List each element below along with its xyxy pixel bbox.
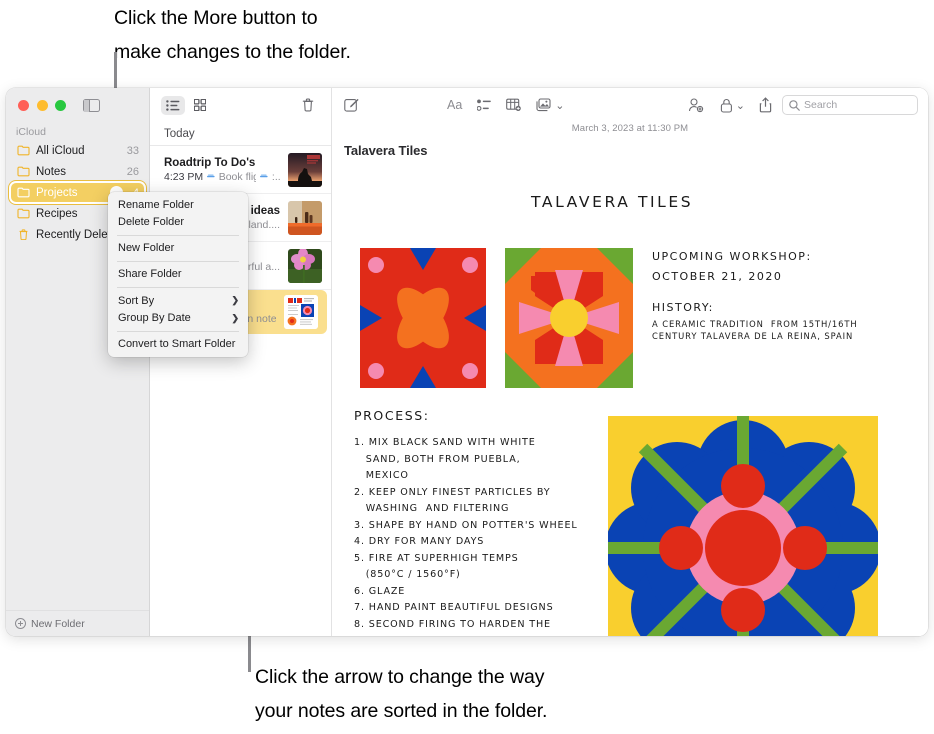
- note-group-header: Today: [150, 122, 331, 146]
- menu-item-label: Group By Date: [118, 312, 191, 325]
- sidebar-item-all-icloud[interactable]: All iCloud 33: [11, 141, 144, 160]
- minimize-button[interactable]: [36, 99, 48, 111]
- folder-icon: [17, 145, 30, 156]
- zoom-button[interactable]: [55, 99, 66, 111]
- folder-icon: [17, 187, 30, 198]
- plus-circle-icon: [15, 618, 26, 629]
- media-icon[interactable]: [536, 98, 552, 112]
- handwritten-workshop-date: OCTOBER 21, 2020: [652, 270, 783, 283]
- note-content-canvas: TALAVERA TILES UPCOMING WORKSHOP: OCTOBE…: [332, 158, 928, 636]
- note-item-snippet-tail: :...: [271, 170, 280, 183]
- note-list-item[interactable]: Roadtrip To Do's 4:23 PM Book flights :.…: [150, 146, 331, 194]
- menu-item-label: New Folder: [118, 242, 175, 255]
- share-icon[interactable]: [759, 97, 772, 113]
- callout-top-text: Click the More button to make changes to…: [114, 7, 351, 63]
- screenshot-root: Click the More button to make changes to…: [0, 0, 934, 734]
- menu-item-new-folder[interactable]: New Folder: [108, 240, 248, 258]
- sidebar-item-count: 26: [126, 165, 139, 178]
- tile-artwork-flower: [608, 416, 878, 636]
- delete-note-button[interactable]: [296, 96, 320, 115]
- menu-item-rename-folder[interactable]: Rename Folder: [108, 196, 248, 214]
- sidebar-section-label: iCloud: [16, 126, 47, 138]
- menu-item-sort-by[interactable]: Sort By ❯: [108, 292, 248, 310]
- note-title-heading: Talavera Tiles: [344, 143, 428, 158]
- note-item-thumbnail: [288, 200, 322, 235]
- tile-artwork-starburst: [505, 248, 633, 388]
- handwritten-workshop-label: UPCOMING WORKSHOP:: [652, 250, 812, 263]
- sidebar-toggle-icon[interactable]: [83, 98, 100, 113]
- handwritten-history-label: HISTORY:: [652, 301, 714, 314]
- menu-item-label: Share Folder: [118, 268, 182, 281]
- trash-icon: [17, 229, 30, 241]
- search-placeholder: Search: [804, 99, 838, 111]
- handwritten-history-line-2: CENTURY TALAVERA DE LA REINA, SPAIN: [652, 331, 854, 341]
- new-folder-label: New Folder: [31, 617, 85, 630]
- callout-bottom-text: Click the arrow to change the way your n…: [255, 666, 548, 722]
- handwritten-history-line-1: A CERAMIC TRADITION FROM 15TH/16TH: [652, 319, 858, 329]
- view-mode-segmented-control: [161, 95, 212, 115]
- menu-item-label: Rename Folder: [118, 198, 194, 211]
- chevron-right-icon: ❯: [231, 312, 239, 323]
- menu-item-convert-to-smart-folder[interactable]: Convert to Smart Folder: [108, 335, 248, 353]
- handwritten-process-label: PROCESS:: [354, 408, 430, 423]
- menu-item-share-folder[interactable]: Share Folder: [108, 266, 248, 284]
- lock-chevron-down-icon[interactable]: ⌄: [736, 99, 745, 112]
- menu-item-label: Sort By: [118, 294, 155, 307]
- editor-toolbar: Aa ⌄ ⌄ Search: [332, 88, 928, 122]
- table-icon[interactable]: [506, 98, 522, 112]
- handwritten-process-steps: 1. MIX BLACK SAND WITH WHITE SAND, BOTH …: [354, 437, 578, 630]
- folder-icon: [17, 208, 30, 219]
- note-list-column: Today Roadtrip To Do's 4:23 PM Book flig…: [150, 88, 332, 636]
- note-editor: Aa ⌄ ⌄ Search March 3, 2023 at 11:30 PM …: [332, 88, 928, 636]
- note-item-thumbnail: [288, 152, 322, 187]
- sidebar: iCloud All iCloud 33 Notes 26 Projects R…: [6, 88, 150, 636]
- sidebar-item-label: All iCloud: [36, 144, 85, 157]
- menu-separator: [117, 235, 239, 236]
- collaborate-icon[interactable]: [688, 97, 704, 113]
- link-glyph-icon: [207, 174, 215, 178]
- note-item-thumbnail: [288, 248, 322, 283]
- search-field[interactable]: Search: [782, 95, 918, 115]
- note-item-subtitle: 4:23 PM Book flights :...: [164, 171, 280, 183]
- note-item-time: 4:23 PM: [164, 170, 204, 183]
- sidebar-item-label: Projects: [36, 186, 78, 199]
- tile-artwork-butterfly: [360, 248, 486, 388]
- new-folder-button[interactable]: New Folder: [6, 610, 149, 636]
- note-date-label: March 3, 2023 at 11:30 PM: [571, 123, 689, 134]
- menu-item-label: Delete Folder: [118, 216, 185, 229]
- notes-app-window: iCloud All iCloud 33 Notes 26 Projects R…: [6, 88, 928, 636]
- link-glyph-icon: [260, 174, 268, 178]
- menu-item-label: Convert to Smart Folder: [118, 338, 236, 351]
- traffic-lights: [18, 99, 66, 111]
- menu-item-delete-folder[interactable]: Delete Folder: [108, 214, 248, 232]
- checklist-icon[interactable]: [477, 99, 492, 112]
- list-view-icon[interactable]: [161, 95, 185, 115]
- sidebar-item-count: 33: [126, 144, 139, 157]
- note-item-title: Roadtrip To Do's: [164, 156, 256, 169]
- format-aa-icon[interactable]: Aa: [447, 98, 462, 112]
- sidebar-item-notes[interactable]: Notes 26: [11, 162, 144, 181]
- menu-separator: [117, 287, 239, 288]
- menu-item-group-by-date[interactable]: Group By Date ❯: [108, 309, 248, 327]
- media-chevron-down-icon[interactable]: ⌄: [555, 99, 564, 112]
- note-list-toolbar: [150, 88, 331, 122]
- chevron-right-icon: ❯: [231, 295, 239, 306]
- note-item-thumbnail: [284, 294, 318, 329]
- sidebar-item-label: Notes: [36, 165, 67, 178]
- folder-icon: [17, 166, 30, 177]
- handwritten-heading: TALAVERA TILES: [531, 193, 694, 211]
- lock-icon[interactable]: [720, 98, 733, 113]
- close-button[interactable]: [18, 99, 29, 111]
- grid-view-icon[interactable]: [188, 96, 212, 115]
- note-item-snippet: Book flights: [218, 170, 257, 183]
- compose-icon[interactable]: [344, 98, 359, 113]
- menu-separator: [117, 261, 239, 262]
- folder-context-menu: Rename Folder Delete Folder New Folder S…: [108, 192, 248, 357]
- window-titlebar: [6, 88, 149, 122]
- menu-separator: [117, 330, 239, 332]
- search-icon: [789, 99, 800, 111]
- note-item-text: Roadtrip To Do's 4:23 PM Book flights :.…: [164, 157, 280, 183]
